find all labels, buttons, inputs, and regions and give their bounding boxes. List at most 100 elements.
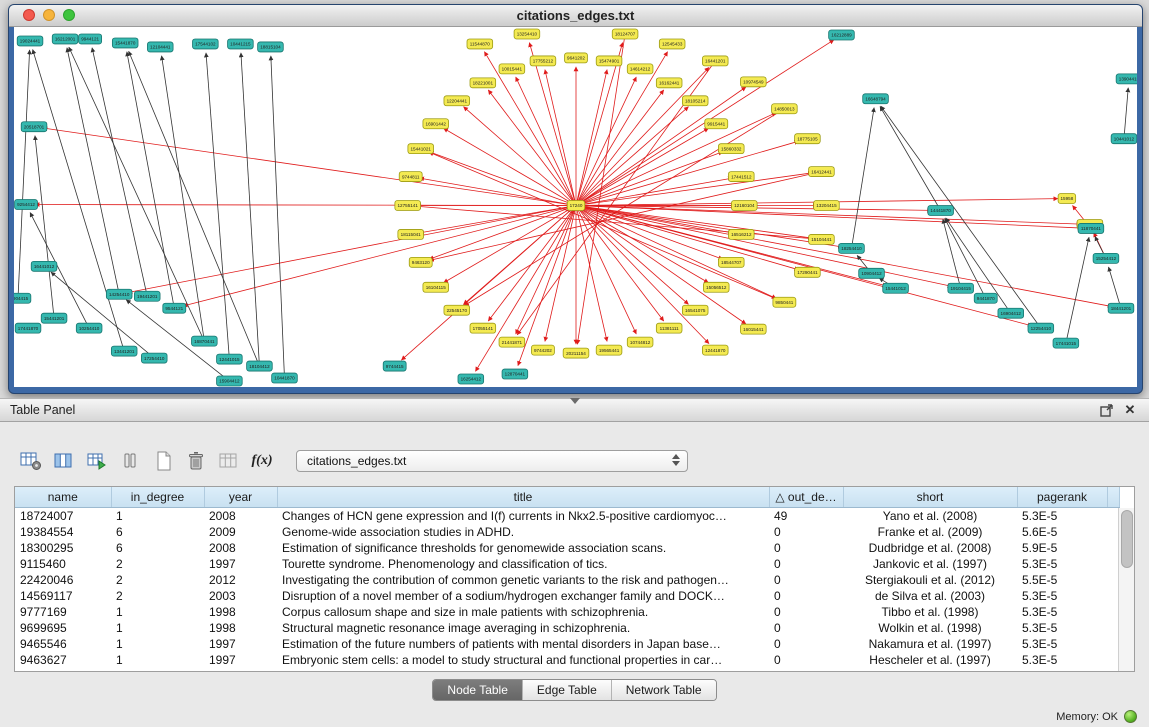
graph-node[interactable]: 9944121: [79, 34, 102, 44]
graph-edge[interactable]: [1109, 267, 1121, 308]
graph-node[interactable]: 16648794: [863, 94, 889, 104]
graph-node[interactable]: 17290441: [795, 267, 821, 277]
graph-node[interactable]: 14254410: [106, 289, 132, 299]
graph-edge[interactable]: [43, 128, 576, 205]
table-cell[interactable]: 49: [769, 508, 843, 525]
column-header-short[interactable]: short: [843, 487, 1017, 508]
graph-node[interactable]: 19024441: [17, 36, 43, 46]
graph-node[interactable]: 17441512: [728, 172, 754, 182]
graph-node[interactable]: 17544102: [193, 39, 219, 49]
graph-node[interactable]: 10441012: [1111, 134, 1137, 144]
graph-canvas[interactable]: 1724012160104165162121854470715056512165…: [14, 27, 1137, 387]
graph-node[interactable]: 13254410: [514, 29, 540, 39]
graph-node[interactable]: 9744202: [531, 345, 554, 355]
graph-edge[interactable]: [516, 206, 576, 334]
graph-node[interactable]: 18104412: [247, 361, 273, 371]
graph-node[interactable]: 15904412: [217, 376, 243, 386]
network-window[interactable]: citations_edges.txt 17240121601041651621…: [8, 4, 1143, 394]
graph-edge[interactable]: [241, 53, 260, 366]
graph-edge[interactable]: [127, 52, 174, 308]
graph-node[interactable]: 16412441: [809, 167, 835, 177]
table-cell[interactable]: 1: [111, 508, 204, 525]
graph-node[interactable]: 9915441: [705, 119, 728, 129]
graph-edge[interactable]: [851, 108, 874, 249]
graph-node[interactable]: 15254412: [1093, 253, 1119, 263]
graph-node[interactable]: 16516212: [728, 229, 754, 239]
table-cell[interactable]: Embryonic stem cells: a model to study s…: [277, 652, 769, 668]
table-cell[interactable]: 0: [769, 540, 843, 556]
graph-edge[interactable]: [576, 52, 668, 206]
table-cell[interactable]: 9465546: [15, 636, 111, 652]
graph-node[interactable]: 20211154: [563, 348, 589, 358]
graph-node[interactable]: 15441012: [883, 283, 909, 293]
table-cell[interactable]: 22420046: [15, 572, 111, 588]
table-cell[interactable]: 1: [111, 636, 204, 652]
table-cell[interactable]: 1997: [204, 556, 277, 572]
table-row[interactable]: 1938455462009Genome-wide association stu…: [15, 524, 1119, 540]
table-row[interactable]: 977716911998Corpus callosum shape and si…: [15, 604, 1119, 620]
table-cell[interactable]: 1998: [204, 604, 277, 620]
graph-node[interactable]: 12755141: [395, 201, 421, 211]
graph-node[interactable]: 14850013: [772, 104, 798, 114]
graph-edge[interactable]: [516, 77, 576, 205]
table-cell[interactable]: 0: [769, 620, 843, 636]
graph-edge[interactable]: [92, 48, 147, 297]
graph-node[interactable]: 16441201: [702, 56, 728, 66]
graph-node[interactable]: 19104415: [948, 283, 974, 293]
graph-edge[interactable]: [162, 56, 205, 341]
tab-network-table[interactable]: Network Table: [611, 680, 716, 700]
table-cell[interactable]: Jankovic et al. (1997): [843, 556, 1017, 572]
graph-node[interactable]: 9744415: [383, 361, 406, 371]
graph-node[interactable]: 18815104: [258, 42, 284, 52]
table-cell[interactable]: 6: [111, 540, 204, 556]
graph-node[interactable]: 12254410: [1028, 323, 1054, 333]
graph-node[interactable]: 14441870: [928, 206, 954, 216]
graph-node[interactable]: 10441215: [228, 39, 254, 49]
table-cell[interactable]: 0: [769, 556, 843, 572]
graph-node[interactable]: 13204415: [814, 201, 840, 211]
graph-node[interactable]: 11381111: [656, 323, 682, 333]
table-row[interactable]: 1830029562008Estimation of significance …: [15, 540, 1119, 556]
table-cell[interactable]: 5.3E-5: [1017, 636, 1107, 652]
graph-node[interactable]: 16162441: [656, 78, 682, 88]
graph-edge[interactable]: [206, 53, 229, 359]
table-cell[interactable]: 5.3E-5: [1017, 556, 1107, 572]
table-row[interactable]: 946362711997Embryonic stem cells: a mode…: [15, 652, 1119, 668]
table-cell[interactable]: Wolkin et al. (1998): [843, 620, 1017, 636]
graph-node[interactable]: 10744812: [627, 337, 653, 347]
table-cell[interactable]: 5.3E-5: [1017, 620, 1107, 636]
graph-node[interactable]: 10904412: [859, 268, 885, 278]
graph-node[interactable]: 20518701: [21, 122, 47, 132]
table-cell[interactable]: 9463627: [15, 652, 111, 668]
graph-edge[interactable]: [576, 141, 799, 205]
table-cell[interactable]: 0: [769, 572, 843, 588]
graph-node[interactable]: 17441015: [1053, 338, 1079, 348]
table-settings-button[interactable]: [18, 448, 44, 474]
tab-edge-table[interactable]: Edge Table: [522, 680, 611, 700]
graph-node[interactable]: 10254410: [76, 323, 102, 333]
graph-node[interactable]: 17240: [567, 201, 585, 211]
graph-node[interactable]: 12545433: [659, 39, 685, 49]
table-scrollbar[interactable]: [1118, 508, 1134, 671]
graph-node[interactable]: 18544707: [718, 257, 744, 267]
table-cell[interactable]: 5.3E-5: [1017, 604, 1107, 620]
table-cell[interactable]: 9699695: [15, 620, 111, 636]
rename-column-button[interactable]: [216, 448, 242, 474]
table-cell[interactable]: Stergiakouli et al. (2012): [843, 572, 1017, 588]
table-cell[interactable]: de Silva et al. (2003): [843, 588, 1017, 604]
table-cell[interactable]: Estimation of the future numbers of pati…: [277, 636, 769, 652]
table-cell[interactable]: Dudbridge et al. (2008): [843, 540, 1017, 556]
tab-node-table[interactable]: Node Table: [433, 680, 522, 700]
graph-node[interactable]: 18124707: [612, 29, 638, 39]
graph-node[interactable]: 9744811: [399, 172, 422, 182]
graph-node[interactable]: 19565441: [596, 345, 622, 355]
table-cell[interactable]: 6: [111, 524, 204, 540]
table-cell[interactable]: 14569117: [15, 588, 111, 604]
graph-node[interactable]: 9254412: [15, 200, 38, 210]
graph-node[interactable]: 17254410: [141, 353, 167, 363]
float-panel-button[interactable]: [1097, 402, 1115, 418]
graph-node[interactable]: 16441012: [31, 261, 57, 271]
graph-edge[interactable]: [271, 56, 285, 378]
graph-node[interactable]: 17055141: [470, 323, 496, 333]
table-cell[interactable]: 5.6E-5: [1017, 524, 1107, 540]
